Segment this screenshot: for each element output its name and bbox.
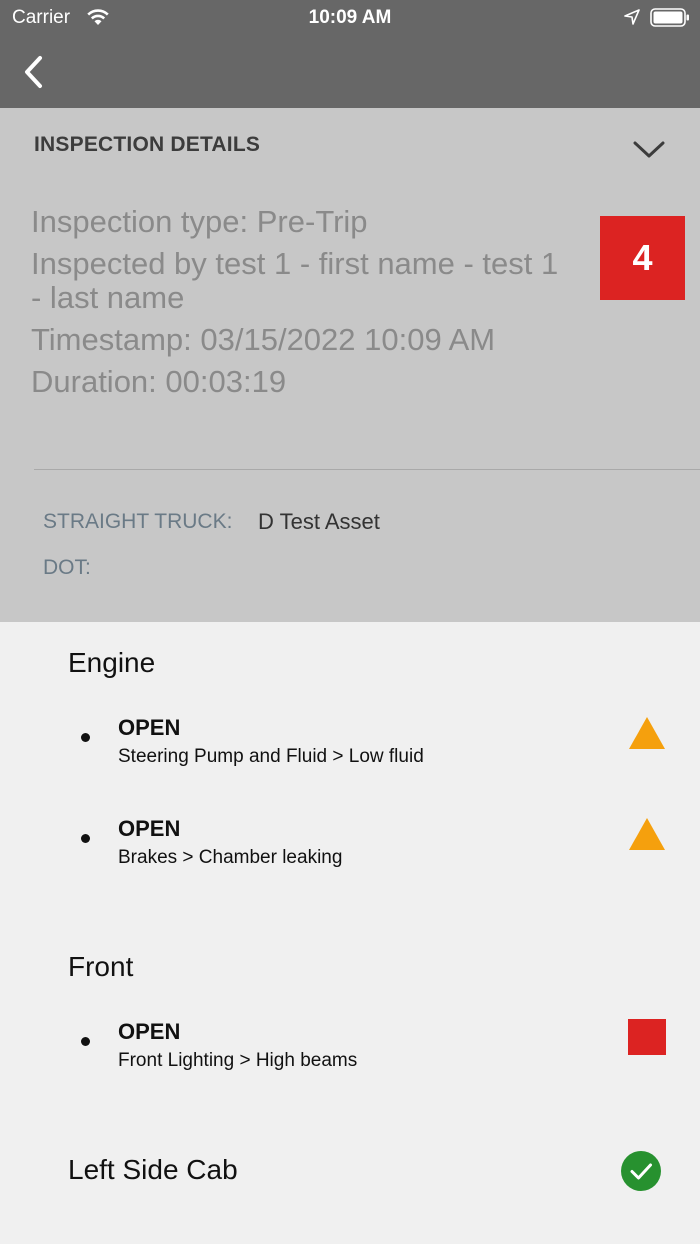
location-arrow-icon xyxy=(624,9,640,25)
bullet xyxy=(81,834,90,843)
divider xyxy=(34,469,700,470)
defect-count-badge: 4 xyxy=(600,216,685,300)
chevron-down-icon[interactable] xyxy=(632,138,666,160)
group-title-front: Front xyxy=(68,951,134,982)
defect-item[interactable]: OPEN Front Lighting > High beams xyxy=(0,1019,700,1089)
defect-description: Steering Pump and Fluid > Low fluid xyxy=(118,746,424,767)
inspection-timestamp: Timestamp: 03/15/2022 10:09 AM xyxy=(31,322,496,357)
inspection-type: Inspection type: Pre-Trip xyxy=(31,204,368,239)
critical-square-icon xyxy=(628,1019,666,1055)
inspected-by: Inspected by test 1 - first name - test … xyxy=(31,246,559,315)
navigation-bar xyxy=(0,36,700,108)
bullet xyxy=(81,733,90,742)
check-circle-icon xyxy=(621,1151,661,1191)
defect-description: Brakes > Chamber leaking xyxy=(118,847,343,868)
defect-description: Front Lighting > High beams xyxy=(118,1050,358,1071)
defects-list: Engine OPEN Steering Pump and Fluid > Lo… xyxy=(0,622,700,1244)
inspection-duration: Duration: 00:03:19 xyxy=(31,364,287,399)
status-bar: Carrier 10:09 AM xyxy=(0,0,700,36)
bullet xyxy=(81,1037,90,1046)
battery-icon xyxy=(650,8,689,27)
defect-status: OPEN xyxy=(118,816,181,841)
dot-label: DOT: xyxy=(43,556,91,579)
warning-triangle-icon xyxy=(629,717,665,749)
inspection-details-panel: INSPECTION DETAILS Inspection type: Pre-… xyxy=(0,108,700,622)
warning-triangle-icon xyxy=(629,818,665,850)
defect-status: OPEN xyxy=(118,1019,181,1044)
asset-name: D Test Asset xyxy=(258,509,380,534)
defect-item[interactable]: OPEN Brakes > Chamber leaking xyxy=(0,816,700,886)
inspection-info: Inspection type: Pre-Trip Inspected by t… xyxy=(31,205,576,407)
section-title: INSPECTION DETAILS xyxy=(34,133,261,156)
status-time: 10:09 AM xyxy=(308,7,392,28)
back-arrow-icon[interactable] xyxy=(18,52,48,92)
defect-item[interactable]: OPEN Steering Pump and Fluid > Low fluid xyxy=(0,715,700,785)
defect-status: OPEN xyxy=(118,715,181,740)
asset-type-label: STRAIGHT TRUCK: xyxy=(43,510,233,533)
group-title-left-side-cab[interactable]: Left Side Cab xyxy=(68,1154,238,1186)
group-title-engine: Engine xyxy=(68,647,156,678)
